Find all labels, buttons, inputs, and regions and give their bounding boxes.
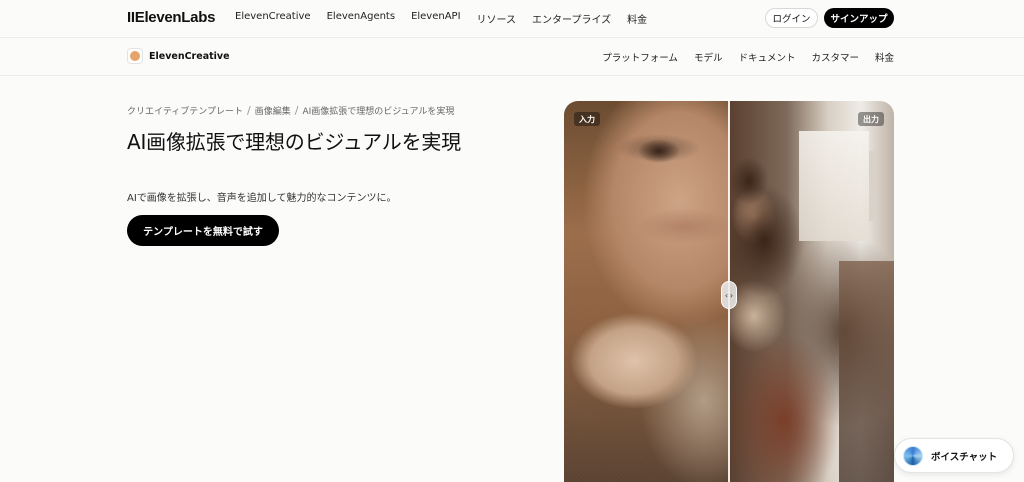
subnav-brand[interactable]: ElevenCreative [127, 48, 230, 64]
top-navigation: IIElevenLabs ElevenCreative ElevenAgents… [0, 0, 1024, 38]
nav-link-elevenapi[interactable]: ElevenAPI [411, 11, 460, 26]
breadcrumb: クリエイティブテンプレート / 画像編集 / AI画像拡張で理想のビジュアルを実… [127, 104, 454, 117]
chevron-left-right-icon[interactable]: ‹› [721, 281, 737, 309]
subnav-link-models[interactable]: モデル [694, 50, 723, 64]
before-after-comparison[interactable]: ‹› 入力 出力 [564, 101, 894, 482]
breadcrumb-item-templates[interactable]: クリエイティブテンプレート [127, 104, 243, 117]
page-title: AI画像拡張で理想のビジュアルを実現 [127, 130, 461, 154]
input-image [564, 101, 729, 482]
subnav-brand-name: ElevenCreative [149, 50, 230, 62]
try-template-button[interactable]: テンプレートを無料で試す [127, 215, 279, 246]
voice-chat-label: ボイスチャット [931, 451, 998, 463]
output-image [729, 101, 894, 482]
subnav-link-platform[interactable]: プラットフォーム [602, 50, 678, 64]
brand-badge [127, 48, 143, 64]
elevenlabs-logo[interactable]: IIElevenLabs [127, 9, 215, 26]
output-label: 出力 [858, 112, 884, 126]
voice-chat-button[interactable]: ボイスチャット [894, 438, 1014, 473]
page-subtitle: AIで画像を拡張し、音声を追加して魅力的なコンテンツに。 [127, 193, 397, 204]
nav-link-pricing[interactable]: 料金 [627, 11, 647, 26]
signup-button[interactable]: サインアップ [824, 8, 894, 28]
nav-link-enterprise[interactable]: エンタープライズ [532, 11, 611, 26]
subnav-links: プラットフォーム モデル ドキュメント カスタマー 料金 [602, 50, 894, 64]
input-label: 入力 [574, 112, 600, 126]
main-nav: ElevenCreative ElevenAgents ElevenAPI リソ… [235, 11, 647, 26]
breadcrumb-separator: / [247, 104, 251, 117]
voice-orb-icon [903, 445, 923, 466]
orange-dot-icon [130, 51, 140, 61]
subnav-link-docs[interactable]: ドキュメント [738, 50, 795, 64]
breadcrumb-item-current: AI画像拡張で理想のビジュアルを実現 [302, 107, 455, 117]
login-button[interactable]: ログイン [765, 8, 818, 28]
product-subnav: ElevenCreative プラットフォーム モデル ドキュメント カスタマー… [0, 38, 1024, 76]
subnav-link-pricing[interactable]: 料金 [875, 50, 894, 64]
breadcrumb-item-image-editing[interactable]: 画像編集 [255, 104, 291, 117]
breadcrumb-separator: / [294, 104, 299, 117]
nav-link-elevencreative[interactable]: ElevenCreative [235, 11, 311, 26]
subnav-link-customers[interactable]: カスタマー [811, 50, 859, 64]
nav-link-elevenagents[interactable]: ElevenAgents [327, 11, 395, 26]
nav-link-resources[interactable]: リソース [477, 11, 517, 26]
